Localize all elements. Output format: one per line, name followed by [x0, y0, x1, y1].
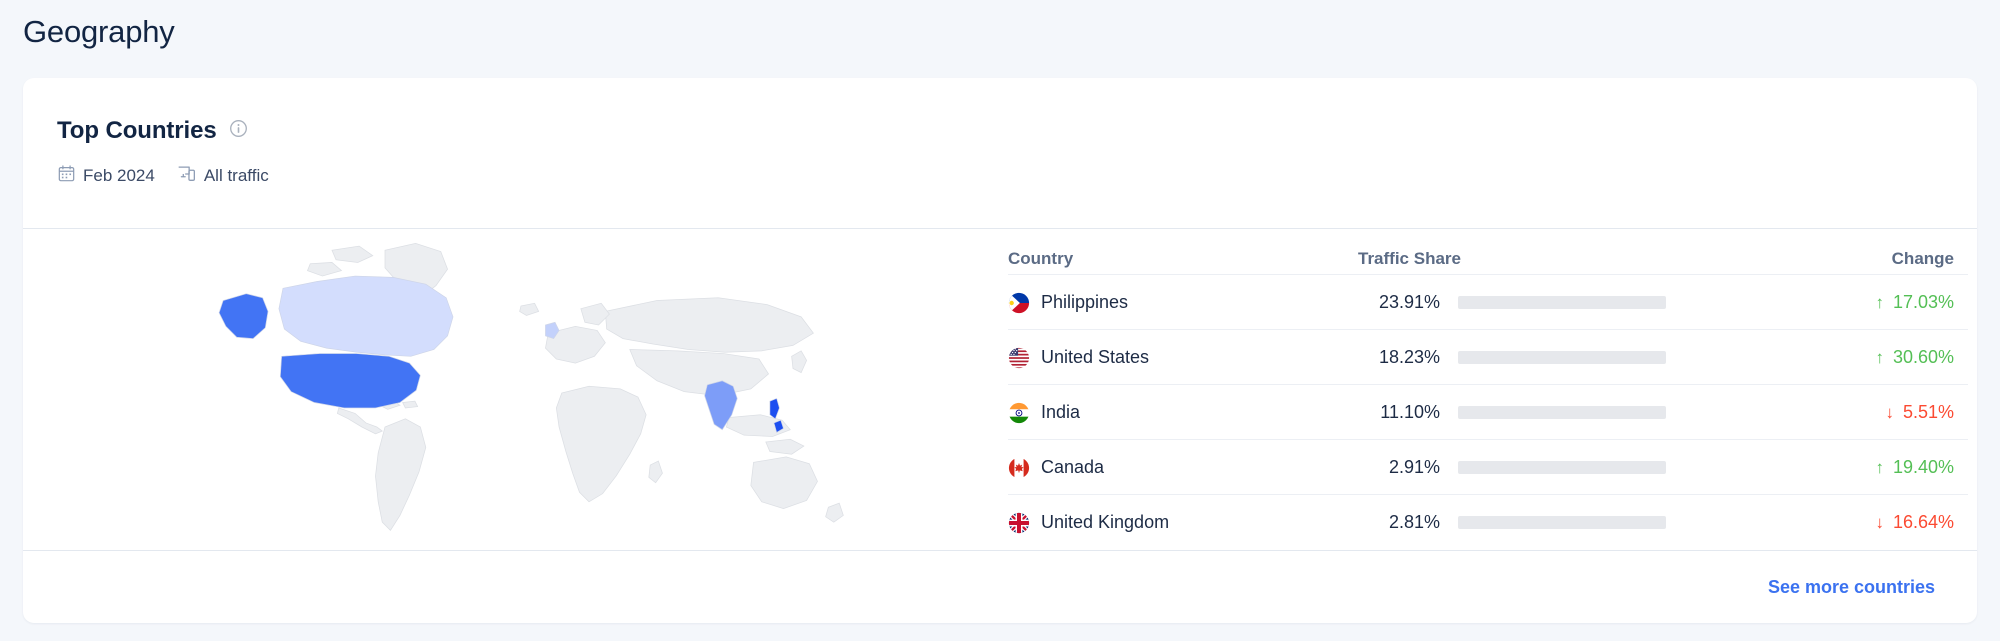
change-cell: ↓ 16.64%	[1875, 495, 1954, 550]
country-name: India	[1041, 402, 1081, 422]
change-value: 17.03%	[1892, 292, 1954, 312]
traffic-share-bar	[1458, 296, 1666, 309]
page-title: Geography	[23, 14, 175, 49]
country-cell: Philippines	[1008, 275, 1128, 330]
top-countries-card: Top Countries Feb 2024 All traffic Count…	[23, 78, 1977, 623]
flag-india-icon	[1008, 402, 1030, 423]
country-name: Philippines	[1041, 292, 1129, 312]
table-row[interactable]: United States 18.23% ↑ 30.60%	[1008, 329, 1968, 384]
column-header-change: Change	[1891, 249, 1954, 268]
change-cell: ↓ 5.51%	[1885, 385, 1954, 440]
column-header-traffic-share: Traffic Share	[1358, 249, 1461, 268]
card-title-row: Top Countries	[57, 117, 248, 145]
change-cell: ↑ 19.40%	[1875, 440, 1954, 495]
card-subtitle: Feb 2024 All traffic	[58, 165, 269, 187]
arrow-up-icon: ↑	[1875, 458, 1884, 477]
table-row[interactable]: United Kingdom 2.81% ↓ 16.64%	[1008, 494, 1968, 549]
traffic-share-bar	[1458, 461, 1666, 474]
traffic-share-value: 18.23%	[1378, 347, 1440, 367]
card-footer: See more countries	[23, 551, 1977, 623]
arrow-down-icon: ↓	[1885, 403, 1894, 422]
traffic-filter[interactable]: All traffic	[177, 165, 269, 187]
change-value: 30.60%	[1892, 347, 1954, 367]
date-filter[interactable]: Feb 2024	[58, 165, 155, 187]
traffic-share-value: 11.10%	[1380, 402, 1440, 422]
calendar-icon	[58, 165, 75, 187]
traffic-filter-label: All traffic	[203, 166, 269, 185]
geography-page: Geography Top Countries Feb 2024 All tra…	[0, 0, 2000, 641]
column-header-country: Country	[1008, 249, 1074, 268]
table-row[interactable]: Canada 2.91% ↑ 19.40%	[1008, 439, 1968, 494]
see-more-countries-link[interactable]: See more countries	[1768, 577, 1935, 598]
change-value: 19.40%	[1892, 457, 1954, 477]
card-header: Top Countries Feb 2024 All traffic	[23, 78, 1977, 228]
traffic-share-bar	[1458, 516, 1666, 529]
traffic-share-value: 2.81%	[1388, 512, 1440, 532]
table-row[interactable]: Philippines 23.91% ↑ 17.03%	[1008, 274, 1968, 329]
traffic-share-value: 23.91%	[1378, 292, 1440, 312]
table-row[interactable]: India 11.10% ↓ 5.51%	[1008, 384, 1968, 439]
arrow-up-icon: ↑	[1875, 348, 1884, 367]
change-cell: ↑ 30.60%	[1875, 330, 1954, 385]
world-choropleth-map[interactable]	[23, 229, 978, 550]
change-cell: ↑ 17.03%	[1875, 275, 1954, 330]
change-value: 16.64%	[1892, 512, 1954, 532]
change-value: 5.51%	[1902, 402, 1954, 422]
flag-philippines-icon	[1008, 292, 1030, 313]
devices-icon	[177, 165, 196, 187]
country-name: Canada	[1041, 457, 1105, 477]
info-circle-icon[interactable]	[229, 119, 248, 143]
date-filter-label: Feb 2024	[83, 166, 155, 185]
flag-canada-icon	[1008, 457, 1030, 478]
flag-united-kingdom-icon	[1008, 512, 1030, 533]
flag-united-states-icon	[1008, 347, 1030, 368]
country-name: United States	[1041, 347, 1150, 367]
arrow-up-icon: ↑	[1875, 293, 1884, 312]
traffic-share-bar	[1458, 406, 1666, 419]
top-countries-table: Country Traffic Share Change Philippines…	[1008, 229, 1968, 550]
country-cell: India	[1008, 385, 1080, 440]
card-title: Top Countries	[57, 117, 217, 144]
country-cell: United States	[1008, 330, 1149, 385]
table-header-row: Country Traffic Share Change	[1008, 229, 1968, 274]
country-cell: United Kingdom	[1008, 495, 1169, 550]
country-name: United Kingdom	[1041, 512, 1170, 532]
arrow-down-icon: ↓	[1875, 513, 1884, 532]
traffic-share-bar	[1458, 351, 1666, 364]
country-cell: Canada	[1008, 440, 1104, 495]
traffic-share-value: 2.91%	[1388, 457, 1440, 477]
